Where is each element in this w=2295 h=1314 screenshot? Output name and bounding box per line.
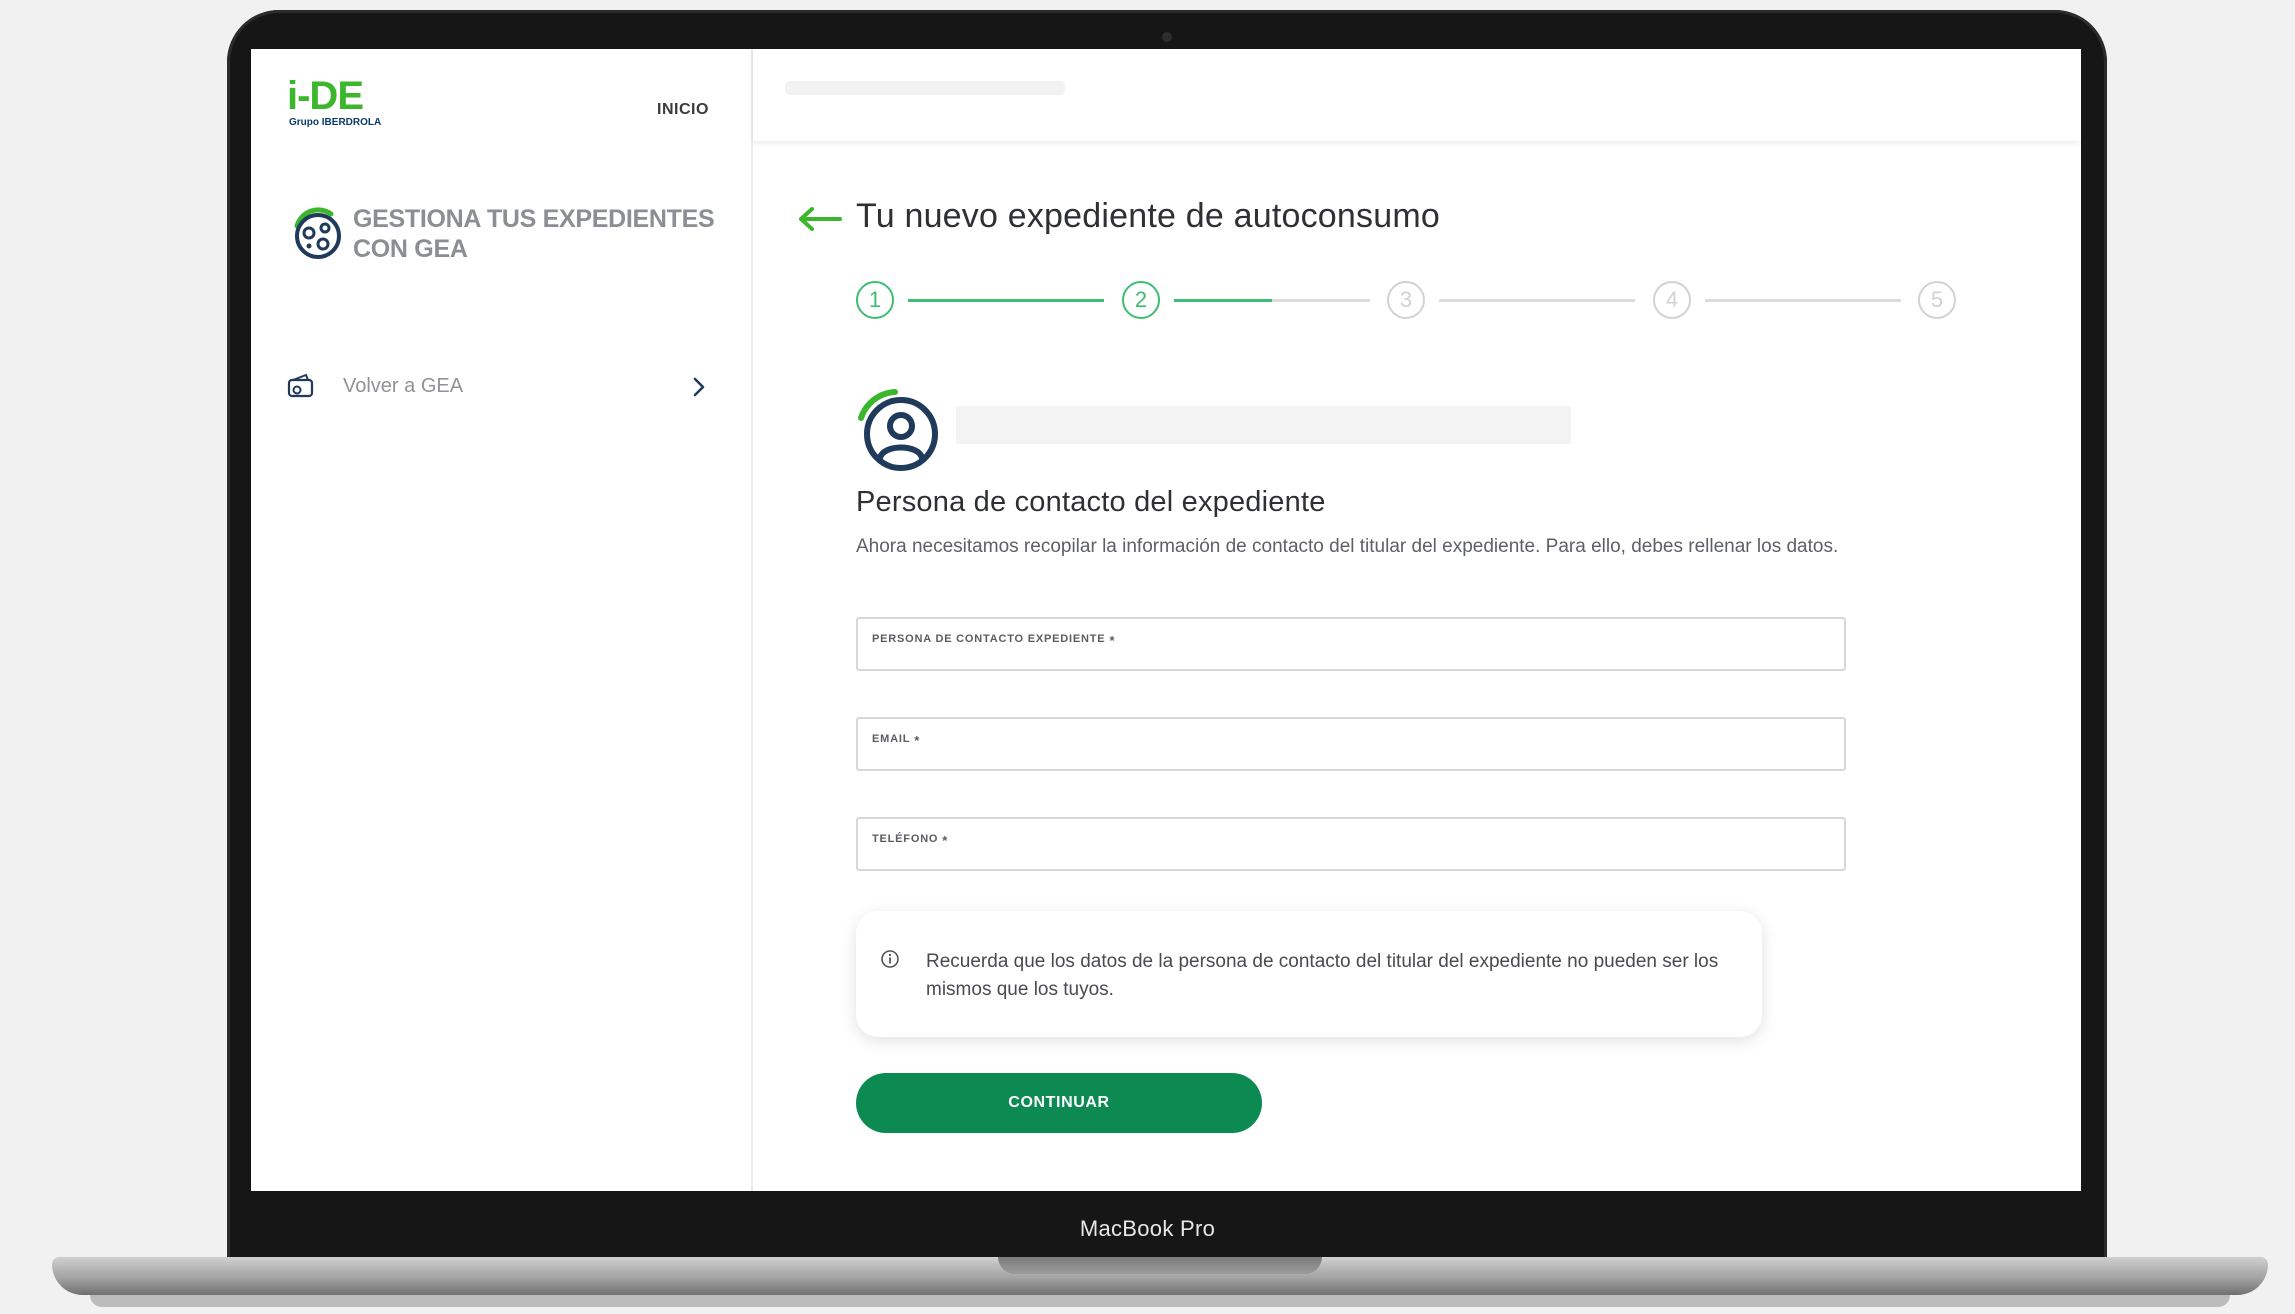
step-connector-1 bbox=[908, 299, 1104, 302]
step-1: 1 bbox=[856, 281, 894, 319]
logo-text: i-DE bbox=[287, 74, 364, 118]
blurred-user-name bbox=[956, 406, 1571, 444]
section-description: Ahora necesitamos recopilar la informaci… bbox=[856, 536, 1839, 557]
step-4: 4 bbox=[1653, 281, 1691, 319]
nav-inicio-link[interactable]: INICIO bbox=[657, 101, 709, 119]
contact-person-input[interactable] bbox=[870, 643, 1832, 665]
section-title: Persona de contacto del expediente bbox=[856, 486, 1326, 518]
back-to-gea-label: Volver a GEA bbox=[343, 375, 464, 397]
laptop-base-shadow bbox=[90, 1295, 2230, 1307]
step-connector-3 bbox=[1439, 299, 1635, 302]
phone-field[interactable]: Teléfono * bbox=[856, 817, 1846, 871]
logo-subtitle: Grupo IBERDROLA bbox=[289, 117, 382, 128]
notice-text: Recuerda que los datos de la persona de … bbox=[926, 951, 1719, 1000]
ide-logo[interactable]: i-DE Grupo IBERDROLA bbox=[287, 75, 397, 129]
progress-stepper: 1 2 3 4 5 bbox=[856, 281, 1966, 325]
laptop-model-label: MacBook Pro bbox=[1079, 1216, 1216, 1241]
info-icon bbox=[881, 950, 899, 968]
step-5: 5 bbox=[1918, 281, 1956, 319]
chevron-right-icon bbox=[693, 377, 705, 397]
wallet-icon bbox=[287, 373, 314, 398]
contact-person-field[interactable]: Persona de contacto expediente * bbox=[856, 617, 1846, 671]
top-bar bbox=[753, 49, 2081, 141]
info-notice: Recuerda que los datos de la persona de … bbox=[856, 911, 1762, 1037]
back-to-gea-link[interactable]: Volver a GEA bbox=[287, 367, 717, 407]
sidebar: i-DE Grupo IBERDROLA INICIO GESTIONA TUS… bbox=[251, 49, 753, 1191]
back-arrow-icon[interactable] bbox=[796, 205, 842, 233]
page-title: Tu nuevo expediente de autoconsumo bbox=[856, 197, 1440, 235]
laptop-screen: i-DE Grupo IBERDROLA INICIO GESTIONA TUS… bbox=[251, 49, 2081, 1191]
laptop-camera bbox=[1162, 32, 1172, 42]
phone-input[interactable] bbox=[870, 843, 1832, 865]
gea-icon bbox=[294, 207, 341, 259]
gea-title: GESTIONA TUS EXPEDIENTES CON GEA bbox=[353, 205, 715, 263]
email-input[interactable] bbox=[870, 743, 1832, 765]
step-connector-2-progress bbox=[1174, 299, 1272, 302]
step-connector-4 bbox=[1705, 299, 1901, 302]
laptop-notch bbox=[998, 1257, 1322, 1274]
user-avatar-icon bbox=[858, 389, 938, 471]
step-2: 2 bbox=[1122, 281, 1160, 319]
step-3: 3 bbox=[1387, 281, 1425, 319]
blurred-breadcrumb bbox=[785, 81, 1065, 95]
email-field[interactable]: Email * bbox=[856, 717, 1846, 771]
continue-button[interactable]: CONTINUAR bbox=[856, 1073, 1262, 1133]
